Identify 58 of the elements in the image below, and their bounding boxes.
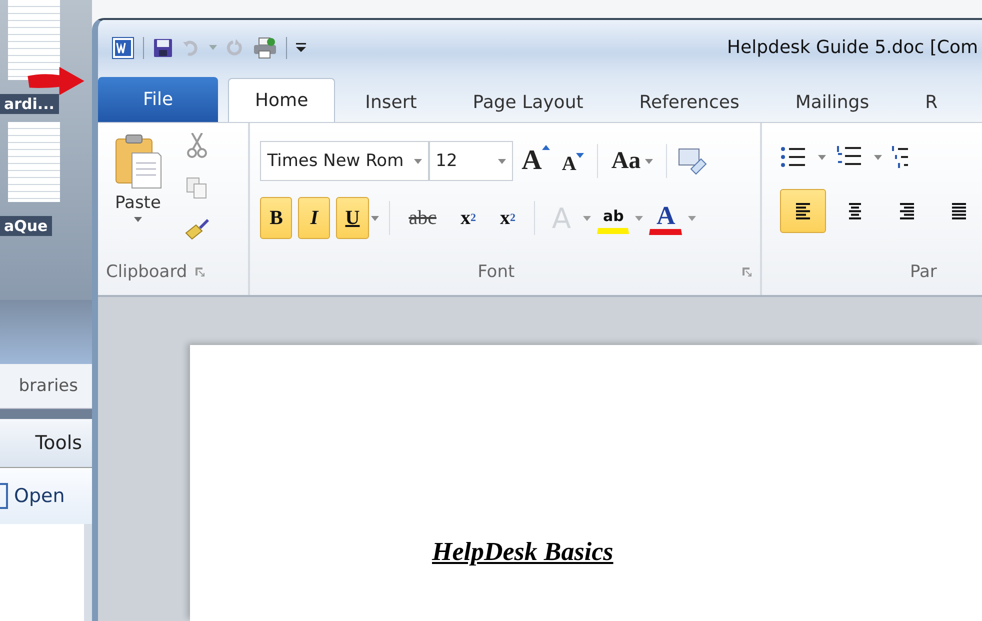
save-icon[interactable]	[153, 38, 173, 58]
caret-icon	[414, 158, 422, 164]
dropdown-caret-icon[interactable]	[370, 216, 379, 220]
dropdown-caret-icon[interactable]	[818, 154, 826, 160]
ribbon-tab[interactable]: Insert	[339, 82, 443, 122]
file-label: aQue	[0, 216, 52, 236]
dialog-launcher-icon[interactable]	[742, 267, 752, 277]
dialog-launcher-icon[interactable]	[195, 267, 206, 277]
bullet-list-icon[interactable]	[780, 146, 808, 168]
ribbon-tab[interactable]: Home	[228, 78, 336, 122]
clipboard-icon	[114, 133, 162, 189]
format-button[interactable]: ab	[597, 202, 630, 234]
copy-icon[interactable]	[186, 177, 208, 199]
dropdown-caret-icon[interactable]	[583, 216, 592, 220]
window-title: Helpdesk Guide 5.doc [Com	[726, 37, 978, 58]
group-label: Clipboard	[106, 262, 188, 282]
format-button[interactable]: I	[298, 197, 330, 239]
ribbon-tab[interactable]: R	[899, 82, 964, 122]
dropdown-caret-icon[interactable]	[688, 216, 696, 220]
document-thumbnail[interactable]	[8, 0, 60, 80]
format-button[interactable]: A	[649, 201, 682, 235]
grow-font-button[interactable]: A	[518, 145, 553, 177]
ribbon-tab[interactable]: References	[613, 82, 766, 122]
caret-icon	[576, 152, 584, 158]
dropdown-caret-icon[interactable]	[209, 45, 217, 50]
word-logo-icon	[112, 36, 134, 58]
format-button[interactable]: U	[336, 197, 369, 239]
format-button[interactable]: x$^{2}$	[490, 197, 524, 239]
caret-icon	[134, 217, 142, 222]
print-icon[interactable]	[253, 36, 277, 58]
paste-button[interactable]: Paste	[114, 133, 162, 255]
group-label: Font	[478, 262, 515, 282]
font-name-field[interactable]: Times New Rom	[260, 141, 429, 181]
ribbon-tab[interactable]: Page Layout	[446, 82, 610, 122]
shrink-font-button[interactable]: A	[558, 152, 588, 176]
dropdown-caret-icon[interactable]	[635, 216, 644, 220]
nav-label[interactable]: braries	[0, 364, 92, 409]
clear-formatting-icon[interactable]	[676, 147, 707, 175]
format-button[interactable]: abc	[400, 197, 446, 239]
caret-icon	[644, 158, 653, 164]
file-label: ardi...	[0, 94, 58, 114]
format-button[interactable]: B	[260, 197, 292, 239]
document-thumbnail[interactable]	[8, 122, 60, 202]
group-label: Par	[910, 262, 937, 282]
customize-menu-icon[interactable]	[296, 43, 306, 52]
paintbrush-icon[interactable]	[184, 217, 210, 241]
dropdown-caret-icon[interactable]	[874, 154, 882, 160]
file-tab[interactable]: File	[98, 77, 218, 122]
font-size-field[interactable]: 12	[428, 141, 513, 181]
caret-icon	[498, 158, 506, 164]
open-icon	[0, 483, 8, 509]
align-button[interactable]	[780, 189, 826, 233]
ribbon-tab[interactable]: Mailings	[769, 82, 896, 122]
scissors-icon[interactable]	[187, 133, 207, 159]
document-heading: HelpDesk Basics	[432, 537, 614, 566]
multilevel-list-icon[interactable]	[892, 145, 908, 169]
caret-icon	[542, 145, 550, 150]
change-case-button[interactable]: Aa	[608, 148, 656, 174]
